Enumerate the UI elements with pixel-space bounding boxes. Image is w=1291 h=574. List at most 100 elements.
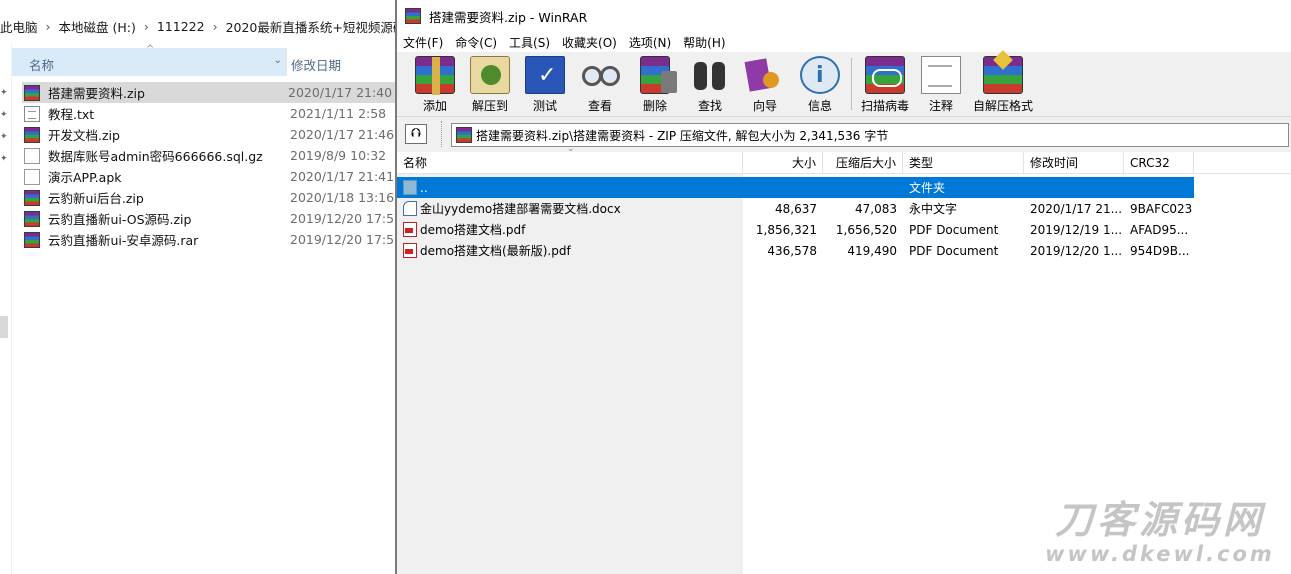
toolbar-view-button[interactable]: 查看 bbox=[572, 56, 628, 114]
toolbar-add-button[interactable]: 添加 bbox=[407, 56, 463, 114]
breadcrumb-this-pc[interactable]: 此电脑 bbox=[0, 17, 38, 36]
docx-file-icon bbox=[403, 201, 417, 216]
archive-row[interactable]: 金山yydemo搭建部署需要文档.docx 48,637 47,083 永中文字 202… bbox=[397, 198, 1194, 219]
toolbar-separator bbox=[851, 58, 852, 110]
archive-item-name: demo搭建文档(最新版).pdf bbox=[420, 244, 571, 258]
breadcrumb-folder-111222[interactable]: 111222 bbox=[157, 19, 205, 34]
winrar-archive-icon bbox=[24, 231, 40, 248]
file-row[interactable]: 云豹直播新ui-OS源码.zip 2019/12/20 17:56 bbox=[24, 208, 402, 229]
breadcrumb-drive-h[interactable]: 本地磁盘 (H:) bbox=[59, 17, 136, 36]
cell-crc: 954D9B... bbox=[1130, 243, 1190, 258]
folder-up-icon bbox=[403, 180, 417, 195]
column-header-date[interactable]: 修改日期 bbox=[286, 48, 396, 76]
winrar-archive-icon bbox=[24, 84, 40, 101]
toolbar-test-button[interactable]: 测试 bbox=[517, 56, 573, 114]
column-header-name[interactable]: 名称 bbox=[397, 152, 743, 174]
file-row[interactable]: 教程.txt 2021/1/11 2:58 bbox=[24, 103, 396, 124]
address-separator bbox=[441, 121, 442, 147]
up-one-level-button[interactable]: ⮉ bbox=[405, 124, 427, 144]
toolbar-find-button[interactable]: 查找 bbox=[682, 56, 738, 114]
menu-favorites[interactable]: 收藏夹(O) bbox=[562, 34, 617, 51]
chevron-down-icon[interactable]: ⌄ bbox=[274, 55, 282, 66]
column-header-type[interactable]: 类型 bbox=[903, 152, 1024, 174]
column-header-name[interactable]: ^ 名称 ⌄ bbox=[12, 44, 286, 76]
extract-to-icon bbox=[470, 56, 510, 94]
sort-ascending-icon: ^ bbox=[146, 44, 155, 55]
file-modified-date: 2020/1/17 21:46 bbox=[290, 127, 395, 142]
cell-type: 永中文字 bbox=[909, 202, 958, 216]
archive-row[interactable]: demo搭建文档.pdf 1,856,321 1,656,520 PDF Docume… bbox=[397, 219, 1194, 240]
find-binoculars-icon bbox=[690, 56, 730, 94]
winrar-archive-icon bbox=[24, 189, 40, 206]
cell-name: 金山yydemo搭建部署需要文档.docx bbox=[397, 200, 743, 217]
archive-item-name: .. bbox=[420, 180, 428, 195]
cell-name: .. bbox=[397, 180, 743, 195]
cell-modified: 2020/1/17 21... bbox=[1030, 201, 1123, 216]
toolbar-info-label: 信息 bbox=[807, 99, 832, 113]
archive-row[interactable]: demo搭建文档(最新版).pdf 436,578 419,490 PDF Docum… bbox=[397, 240, 1194, 261]
cell-crc: AFAD95... bbox=[1130, 222, 1189, 237]
window-title: 搭建需要资料.zip - WinRAR bbox=[429, 9, 588, 25]
cell-type: PDF Document bbox=[909, 222, 999, 237]
file-modified-date: 2020/1/17 21:40 bbox=[288, 85, 393, 100]
pin-icon: ✦ bbox=[0, 154, 8, 164]
file-name: 云豹直播新ui-OS源码.zip bbox=[48, 212, 192, 227]
column-header-name-label: 名称 bbox=[29, 58, 55, 73]
file-row[interactable]: 搭建需要资料.zip 2020/1/17 21:40 bbox=[22, 82, 396, 103]
toolbar-delete-button[interactable]: 删除 bbox=[627, 56, 683, 114]
breadcrumb-folder-current[interactable]: 2020最新直播系统+短视频源码 bbox=[226, 17, 400, 36]
menu-bar: 文件(F) 命令(C) 工具(S) 收藏夹(O) 选项(N) 帮助(H) bbox=[397, 32, 1291, 52]
file-row[interactable]: 开发文档.zip 2020/1/17 21:46 bbox=[24, 124, 396, 145]
file-row[interactable]: 演示APP.apk 2020/1/17 21:41 bbox=[24, 166, 396, 187]
menu-file[interactable]: 文件(F) bbox=[403, 34, 443, 51]
title-bar[interactable]: 搭建需要资料.zip - WinRAR bbox=[397, 0, 1291, 32]
sfx-icon bbox=[983, 56, 1023, 94]
file-modified-date: 2020/1/17 21:41 bbox=[290, 169, 395, 184]
toolbar-sfx-button[interactable]: 自解压格式 bbox=[971, 56, 1035, 114]
pin-icon: ✦ bbox=[0, 132, 8, 142]
file-name: 演示APP.apk bbox=[48, 170, 122, 185]
archive-item-name: demo搭建文档.pdf bbox=[420, 223, 526, 237]
winrar-archive-icon bbox=[24, 126, 40, 143]
menu-commands[interactable]: 命令(C) bbox=[455, 34, 497, 51]
column-header-size[interactable]: 大小 bbox=[743, 152, 823, 174]
breadcrumb: 此电脑 › 本地磁盘 (H:) › 111222 › 2020最新直播系统+短视… bbox=[0, 14, 400, 38]
text-file-icon bbox=[24, 105, 40, 122]
toolbar-wizard-button[interactable]: 向导 bbox=[737, 56, 793, 114]
pdf-file-icon bbox=[403, 222, 417, 237]
watermark-title: 刀客源码网 bbox=[1054, 498, 1265, 542]
toolbar-view-label: 查看 bbox=[587, 99, 612, 113]
menu-options[interactable]: 选项(N) bbox=[629, 34, 671, 51]
toolbar-virus-scan-button[interactable]: 扫描病毒 bbox=[855, 56, 915, 114]
toolbar-extract-button[interactable]: 解压到 bbox=[462, 56, 518, 114]
toolbar-comment-button[interactable]: 注释 bbox=[913, 56, 969, 114]
sort-indicator-icon: ⌄ bbox=[567, 144, 575, 154]
menu-help[interactable]: 帮助(H) bbox=[683, 34, 725, 51]
file-row[interactable]: 云豹直播新ui-安卓源码.rar 2019/12/20 17:56 bbox=[24, 229, 402, 250]
column-header-crc32[interactable]: CRC32 bbox=[1124, 152, 1194, 174]
file-modified-date: 2019/8/9 10:32 bbox=[290, 148, 387, 163]
watermark: 刀客源码网 www.dkewl.com bbox=[1030, 498, 1290, 566]
breadcrumb-separator-icon[interactable]: › bbox=[144, 19, 149, 34]
breadcrumb-separator-icon[interactable]: › bbox=[46, 19, 51, 34]
breadcrumb-separator-icon[interactable]: › bbox=[213, 19, 218, 34]
file-row[interactable]: 云豹新ui后台.zip 2020/1/18 13:16 bbox=[24, 187, 396, 208]
pdf-file-icon bbox=[403, 243, 417, 258]
cell-packed: 1,656,520 bbox=[835, 222, 897, 237]
cell-crc: 9BAFC023 bbox=[1130, 201, 1193, 216]
winrar-archive-icon bbox=[456, 127, 472, 143]
toolbar-sfx-label: 自解压格式 bbox=[972, 99, 1033, 113]
file-modified-date: 2020/1/18 13:16 bbox=[290, 190, 395, 205]
column-header-packed[interactable]: 压缩后大小 bbox=[823, 152, 903, 174]
toolbar-info-button[interactable]: 信息 bbox=[792, 56, 848, 114]
file-row[interactable]: 数据库账号admin密码666666.sql.gz 2019/8/9 10:32 bbox=[24, 145, 396, 166]
menu-tools[interactable]: 工具(S) bbox=[509, 34, 550, 51]
test-icon bbox=[525, 56, 565, 94]
path-field[interactable]: 搭建需要资料.zip\搭建需要资料 - ZIP 压缩文件, 解包大小为 2,34… bbox=[451, 123, 1289, 147]
archive-row[interactable]: .. 文件夹 bbox=[397, 177, 1194, 198]
comment-icon bbox=[921, 56, 961, 94]
virus-scan-icon bbox=[865, 56, 905, 94]
column-header-modified[interactable]: 修改时间 bbox=[1024, 152, 1124, 174]
toolbar-add-label: 添加 bbox=[422, 99, 447, 113]
nav-selected-item[interactable] bbox=[0, 316, 8, 338]
